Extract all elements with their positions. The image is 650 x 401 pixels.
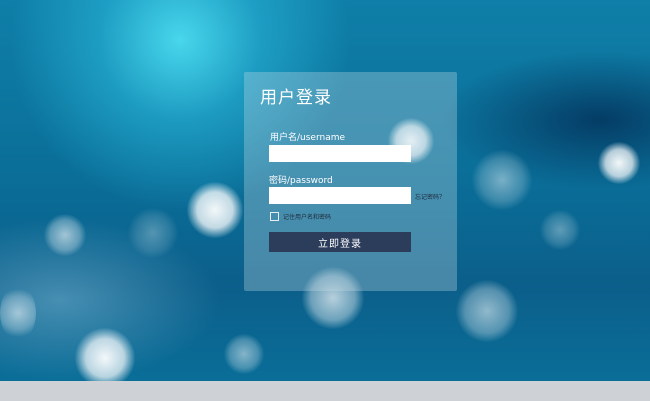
checkbox-icon[interactable]: [270, 211, 279, 221]
bokeh-light: [44, 214, 86, 256]
bokeh-light: [0, 285, 36, 341]
bokeh-light: [75, 328, 135, 388]
username-label: 用户名/username: [270, 133, 346, 143]
login-page: 用户登录 用户名/username 密码/password 忘记密码？ 记住用户…: [0, 0, 650, 401]
login-button[interactable]: 立即登录: [269, 232, 411, 252]
password-input[interactable]: [269, 187, 411, 204]
login-title: 用户登录: [260, 88, 332, 108]
login-panel: 用户登录 用户名/username 密码/password 忘记密码？ 记住用户…: [244, 72, 457, 291]
remember-me-label: 记住用户名和密码: [283, 213, 332, 221]
bokeh-light: [472, 150, 532, 210]
bokeh-light: [187, 182, 243, 238]
password-label: 密码/password: [269, 176, 333, 186]
bokeh-light: [456, 280, 518, 342]
forgot-password-link[interactable]: 忘记密码？: [415, 192, 445, 201]
remember-me-checkbox[interactable]: 记住用户名和密码: [270, 211, 331, 221]
bokeh-light: [540, 210, 580, 250]
footer-bar: [0, 381, 650, 401]
bokeh-light: [224, 334, 264, 374]
bokeh-light: [598, 142, 640, 184]
username-input[interactable]: [269, 145, 411, 162]
bokeh-light: [128, 208, 178, 258]
